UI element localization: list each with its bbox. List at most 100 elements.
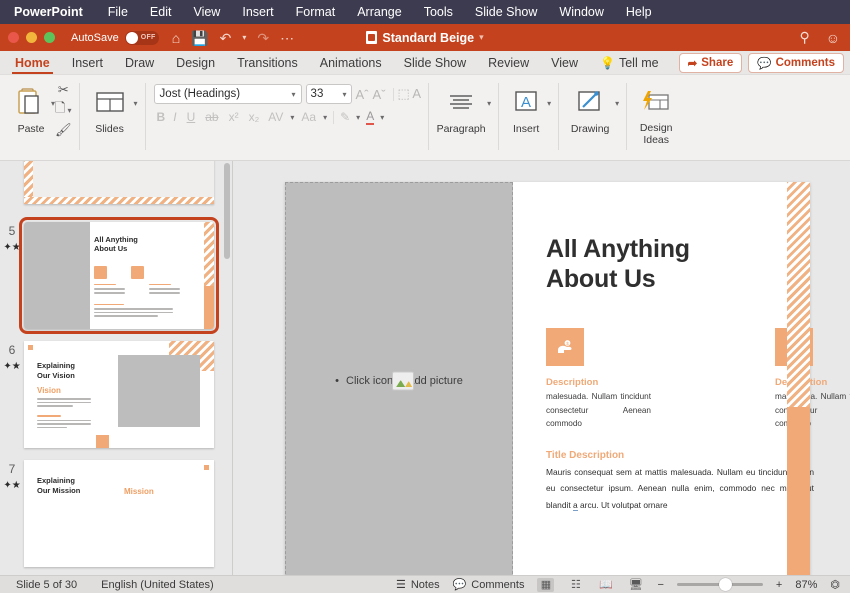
strikethrough-button[interactable]: ab <box>203 110 220 124</box>
maximize-window-button[interactable] <box>44 32 55 43</box>
thumbnail-scrollbar[interactable] <box>224 163 230 259</box>
insert-chevron-down-icon[interactable]: ▾ <box>547 99 551 108</box>
slide-thumbnail-7[interactable]: Explaining Our Mission Mission <box>24 460 214 567</box>
slide-counter[interactable]: Slide 5 of 30 <box>16 579 77 591</box>
paragraph-chevron-down-icon[interactable]: ▾ <box>487 99 491 108</box>
slide-title[interactable]: All Anything About Us <box>546 235 690 294</box>
font-family-chevron-down-icon[interactable]: ▾ <box>292 90 296 99</box>
reading-view-icon[interactable]: 📖 <box>597 578 614 592</box>
highlight-icon[interactable]: ✎ <box>340 110 350 124</box>
change-case-button[interactable]: Aa <box>300 110 317 124</box>
tab-review[interactable]: Review <box>477 51 540 75</box>
language-indicator[interactable]: English (United States) <box>101 579 214 591</box>
more-icon[interactable]: ⋯ <box>280 31 294 45</box>
copy-chevron-down-icon[interactable]: ▾ <box>67 106 71 115</box>
notes-button[interactable]: ☰ Notes <box>396 578 440 592</box>
underline-button[interactable]: U <box>185 110 198 124</box>
superscript-button[interactable]: x² <box>227 110 241 124</box>
cut-icon[interactable]: ✂ <box>58 82 69 98</box>
share-button[interactable]: ➦ Share <box>678 53 743 73</box>
star-icon[interactable]: ✦★ <box>0 480 24 491</box>
tab-home[interactable]: Home <box>4 51 61 75</box>
menu-item-edit[interactable]: Edit <box>139 0 183 24</box>
normal-view-icon[interactable]: ▦ <box>537 577 555 592</box>
menu-item-file[interactable]: File <box>97 0 139 24</box>
description-block[interactable]: Title Description Mauris consequat sem a… <box>546 450 814 513</box>
tab-view[interactable]: View <box>540 51 589 75</box>
decrease-font-size-icon[interactable]: Aˇ <box>373 87 386 102</box>
menu-item-powerpoint[interactable]: PowerPoint <box>14 0 97 24</box>
thumbnail-row-7[interactable]: 7 ✦★ Explaining Our Mission Mission <box>0 460 232 567</box>
format-painter-icon[interactable]: 🖌 <box>55 122 72 138</box>
zoom-out-button[interactable]: − <box>657 579 663 591</box>
thumbnail-row-5[interactable]: 5 ✦★ All Anything About Us <box>0 217 232 334</box>
zoom-slider[interactable] <box>676 578 763 591</box>
menu-item-arrange[interactable]: Arrange <box>346 0 412 24</box>
thumbnail-row-4[interactable]: And Working Together Is Success. ” <box>0 161 232 204</box>
menu-item-slide-show[interactable]: Slide Show <box>464 0 549 24</box>
zoom-level[interactable]: 87% <box>795 579 817 591</box>
tab-transitions[interactable]: Transitions <box>226 51 309 75</box>
slides-chevron-down-icon[interactable]: ▾ <box>134 99 138 108</box>
zoom-slider-knob[interactable] <box>718 578 732 591</box>
slide-thumbnail-4[interactable]: And Working Together Is Success. ” <box>24 161 214 204</box>
bold-button[interactable]: B <box>157 110 166 124</box>
undo-chevron-down-icon[interactable]: ▾ <box>242 33 246 42</box>
account-icon[interactable]: ☺ <box>826 30 840 46</box>
drawing-chevron-down-icon[interactable]: ▾ <box>615 99 619 108</box>
spacing-chevron-down-icon[interactable]: ▾ <box>290 113 294 122</box>
font-color-chevron-down-icon[interactable]: ▾ <box>380 113 384 122</box>
slide-thumbnail-6[interactable]: Explaining Our Vision Vision <box>24 341 214 448</box>
case-chevron-down-icon[interactable]: ▾ <box>323 113 327 122</box>
save-icon[interactable]: 💾 <box>191 31 208 45</box>
menu-item-tools[interactable]: Tools <box>413 0 464 24</box>
paste-button[interactable]: Paste <box>11 79 51 135</box>
home-icon[interactable]: ⌂ <box>172 31 180 45</box>
increase-font-size-icon[interactable]: Aˆ <box>356 87 369 102</box>
font-color-icon[interactable]: A <box>366 109 375 125</box>
slide-sorter-icon[interactable]: ☷ <box>567 578 584 592</box>
menu-item-insert[interactable]: Insert <box>231 0 284 24</box>
highlight-chevron-down-icon[interactable]: ▾ <box>356 113 360 122</box>
feature-item-1[interactable]: $ Description malesuada. Nullam tincidun… <box>546 328 706 431</box>
slide-thumbnail-pane[interactable]: And Working Together Is Success. ” 5 ✦★ <box>0 161 232 575</box>
slide-thumbnail-5[interactable]: All Anything About Us <box>19 217 219 334</box>
menu-item-format[interactable]: Format <box>285 0 347 24</box>
paragraph-button[interactable]: Paragraph <box>435 79 487 135</box>
tab-tell-me[interactable]: 💡 Tell me <box>589 51 670 75</box>
insert-button[interactable]: A Insert <box>505 79 547 135</box>
menu-item-help[interactable]: Help <box>615 0 663 24</box>
document-title[interactable]: Standard Beige <box>382 31 474 45</box>
current-slide[interactable]: • Click icon to add picture All Anything… <box>285 182 850 579</box>
tab-slide-show[interactable]: Slide Show <box>393 51 478 75</box>
tab-draw[interactable]: Draw <box>114 51 165 75</box>
fit-to-window-icon[interactable]: ⏣ <box>830 578 840 591</box>
character-spacing-button[interactable]: AV <box>267 110 284 124</box>
search-icon[interactable]: ⚲ <box>799 29 809 46</box>
star-icon[interactable]: ✦★ <box>0 361 24 372</box>
italic-button[interactable]: I <box>171 110 178 124</box>
zoom-in-button[interactable]: + <box>776 579 782 591</box>
picture-placeholder[interactable]: • Click icon to add picture <box>285 182 513 579</box>
tab-animations[interactable]: Animations <box>309 51 393 75</box>
comments-status-button[interactable]: 💬 Comments <box>453 578 525 592</box>
autosave-toggle[interactable]: OFF <box>124 30 159 45</box>
subscript-button[interactable]: x₂ <box>247 110 262 124</box>
menu-item-view[interactable]: View <box>182 0 231 24</box>
redo-icon[interactable]: ↷ <box>257 31 269 45</box>
drawing-button[interactable]: Drawing <box>565 79 615 135</box>
menu-item-window[interactable]: Window <box>548 0 614 24</box>
close-window-button[interactable] <box>8 32 19 43</box>
tab-design[interactable]: Design <box>165 51 226 75</box>
copy-icon[interactable]: 🗋 ▾ <box>55 99 71 121</box>
add-picture-icon[interactable] <box>392 371 415 390</box>
chevron-down-icon[interactable]: ▾ <box>479 32 484 43</box>
undo-icon[interactable]: ↶ <box>220 31 232 45</box>
minimize-window-button[interactable] <box>26 32 37 43</box>
tab-insert[interactable]: Insert <box>61 51 114 75</box>
design-ideas-button[interactable]: Design Ideas <box>633 79 679 146</box>
slide-canvas-pane[interactable]: • Click icon to add picture All Anything… <box>232 161 850 579</box>
presenter-view-icon[interactable]: 🖥 <box>627 578 644 592</box>
slides-button[interactable]: Slides <box>86 79 134 135</box>
clear-formatting-icon[interactable]: ⬚ A <box>398 86 422 102</box>
